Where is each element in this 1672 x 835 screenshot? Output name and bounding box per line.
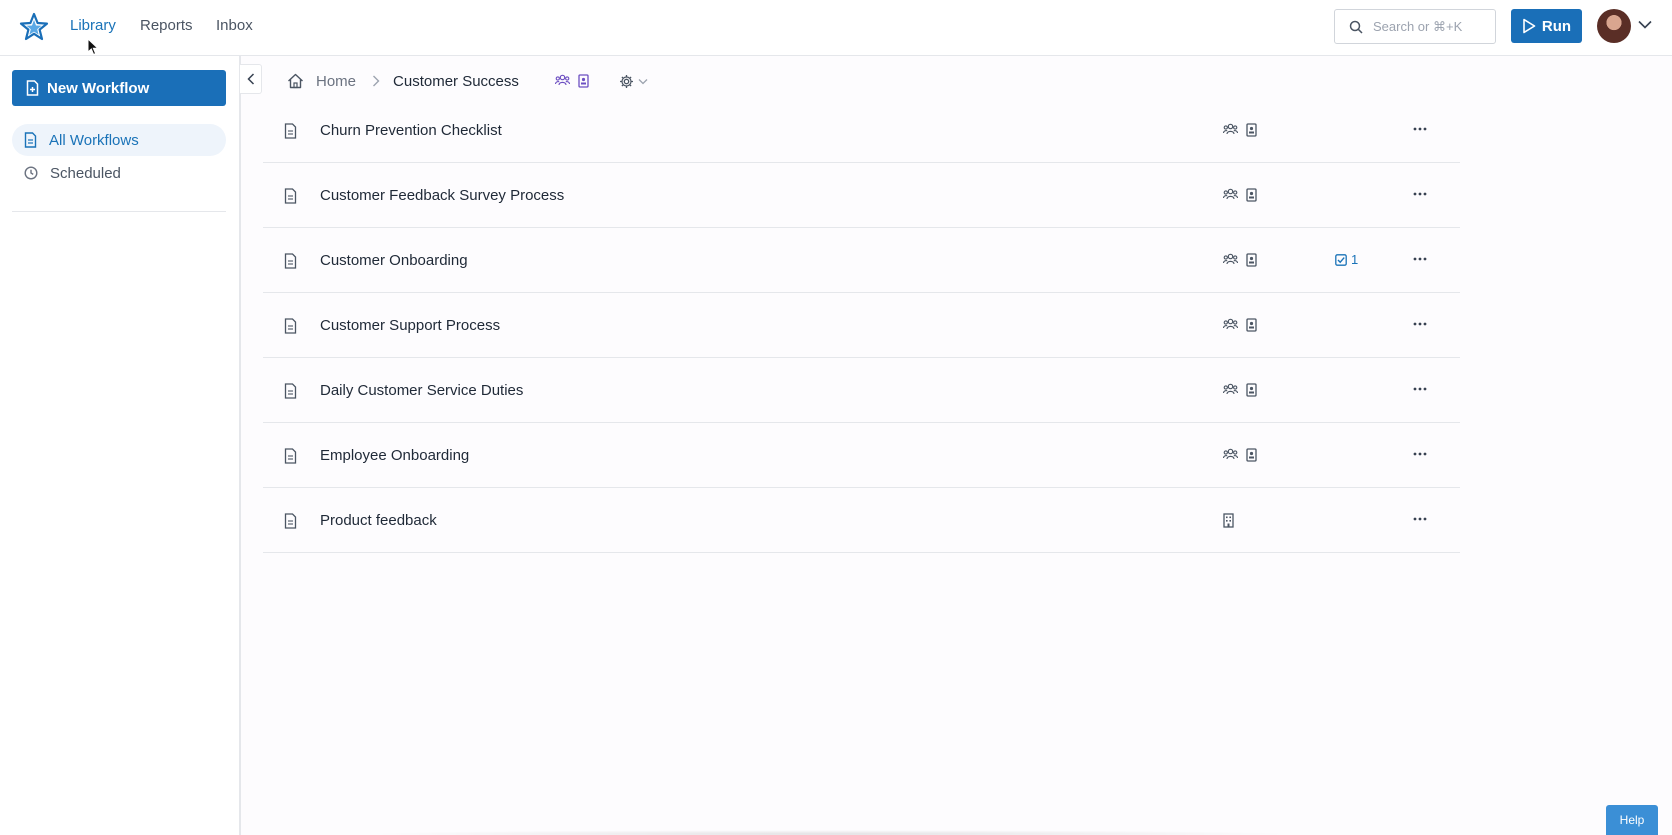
workflow-list: Churn Prevention Checklist Customer Feedb… [263, 98, 1460, 553]
workflow-title[interactable]: Customer Onboarding [320, 252, 468, 269]
app-logo-star-icon[interactable] [19, 12, 49, 42]
team-icon[interactable] [1223, 253, 1238, 267]
workflow-row[interactable]: Customer Onboarding 1 [263, 228, 1460, 293]
document-icon [284, 123, 297, 139]
workflow-row[interactable]: Daily Customer Service Duties [263, 358, 1460, 423]
workflow-row[interactable]: Employee Onboarding [263, 423, 1460, 488]
breadcrumb-home[interactable]: Home [316, 73, 356, 90]
new-workflow-label: New Workflow [47, 79, 150, 97]
sidebar-item-label: Scheduled [50, 164, 121, 182]
task-count: 1 [1351, 252, 1359, 267]
more-options-icon[interactable] [1413, 452, 1427, 456]
more-options-icon[interactable] [1413, 387, 1427, 391]
workflow-title[interactable]: Employee Onboarding [320, 447, 469, 464]
more-options-icon[interactable] [1413, 322, 1427, 326]
team-icon[interactable] [1223, 188, 1238, 202]
team-icon[interactable] [1223, 318, 1238, 332]
play-icon [1522, 18, 1536, 34]
breadcrumb-current: Customer Success [393, 72, 519, 90]
task-count-badge[interactable]: 1 [1335, 252, 1358, 267]
workflow-title[interactable]: Product feedback [320, 512, 437, 529]
more-options-icon[interactable] [1413, 257, 1427, 261]
team-icon[interactable] [1223, 448, 1238, 462]
user-avatar[interactable] [1597, 9, 1631, 43]
chevron-down-icon[interactable] [1638, 20, 1652, 29]
workflow-row[interactable]: Product feedback [263, 488, 1460, 553]
document-icon [284, 253, 297, 269]
sidebar-item-all-workflows[interactable]: All Workflows [12, 124, 226, 156]
search-icon [1349, 20, 1363, 34]
document-icon [284, 318, 297, 334]
sidebar-divider [12, 211, 226, 212]
workflow-title[interactable]: Daily Customer Service Duties [320, 382, 523, 399]
document-icon [24, 132, 37, 148]
mouse-cursor-icon [87, 38, 99, 56]
team-icon[interactable] [1223, 123, 1238, 137]
home-icon[interactable] [287, 73, 304, 89]
search-input[interactable]: Search or ⌘+K [1334, 9, 1496, 44]
team-icon[interactable] [1223, 383, 1238, 397]
sidebar-item-scheduled[interactable]: Scheduled [12, 157, 226, 189]
nav-inbox[interactable]: Inbox [216, 17, 253, 34]
settings-dropdown[interactable] [619, 74, 648, 89]
badge-icon[interactable] [1246, 318, 1257, 332]
sidebar: New Workflow All Workflows Scheduled [0, 56, 241, 835]
workflow-title[interactable]: Customer Feedback Survey Process [320, 187, 564, 204]
chevron-down-icon [638, 78, 648, 85]
document-icon [284, 188, 297, 204]
breadcrumb: Home Customer Success [287, 70, 648, 92]
more-options-icon[interactable] [1413, 192, 1427, 196]
workflow-title[interactable]: Customer Support Process [320, 317, 500, 334]
chevron-left-icon [246, 73, 255, 85]
workflow-row[interactable]: Customer Feedback Survey Process [263, 163, 1460, 228]
run-button[interactable]: Run [1511, 9, 1582, 43]
building-icon[interactable] [1223, 513, 1234, 528]
clock-icon [24, 166, 38, 180]
workflow-title[interactable]: Churn Prevention Checklist [320, 122, 502, 139]
document-icon [284, 448, 297, 464]
bottom-shadow [360, 830, 1300, 835]
more-options-icon[interactable] [1413, 127, 1427, 131]
nav-library[interactable]: Library [70, 17, 116, 34]
chevron-right-icon [372, 75, 380, 87]
badge-icon[interactable] [1246, 383, 1257, 397]
document-icon [284, 513, 297, 529]
workflow-row[interactable]: Churn Prevention Checklist [263, 98, 1460, 163]
run-label: Run [1541, 17, 1572, 35]
badge-icon[interactable] [1246, 188, 1257, 202]
search-placeholder: Search or ⌘+K [1373, 18, 1463, 34]
help-button[interactable]: Help [1606, 805, 1658, 835]
badge-icon[interactable] [1246, 123, 1257, 137]
sidebar-item-label: All Workflows [49, 131, 139, 149]
new-document-icon [26, 80, 39, 96]
new-workflow-button[interactable]: New Workflow [12, 70, 226, 106]
checkbox-icon [1335, 253, 1347, 266]
gear-icon [619, 74, 634, 89]
collapse-sidebar-button[interactable] [240, 64, 262, 94]
badge-icon[interactable] [1246, 253, 1257, 267]
top-navigation-bar: Library Reports Inbox Search or ⌘+K Run [0, 0, 1672, 56]
more-options-icon[interactable] [1413, 517, 1427, 521]
badge-icon[interactable] [1246, 448, 1257, 462]
team-icon[interactable] [554, 74, 570, 88]
document-icon [284, 383, 297, 399]
badge-icon[interactable] [578, 74, 589, 88]
nav-reports[interactable]: Reports [140, 17, 193, 34]
workflow-row[interactable]: Customer Support Process [263, 293, 1460, 358]
